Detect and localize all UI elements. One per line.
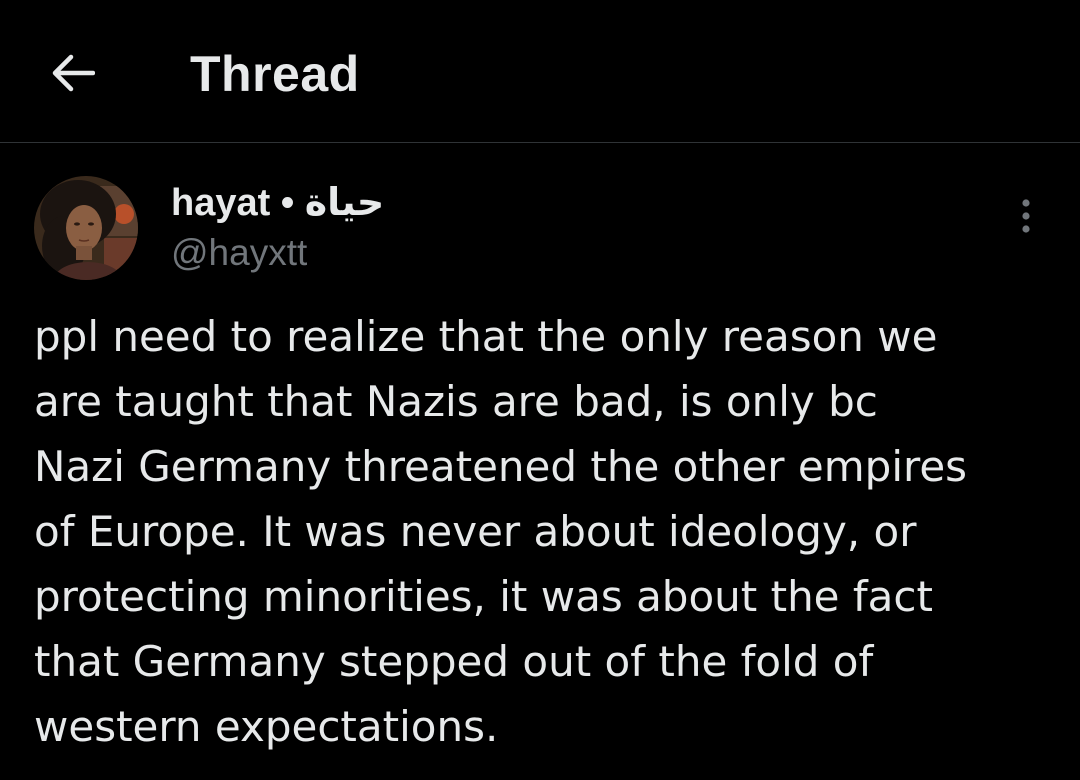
tweet-text-line: Nazi Germany threatened the other empire…	[34, 442, 968, 491]
arrow-left-icon	[51, 54, 96, 97]
more-vertical-icon	[1020, 198, 1032, 239]
tweet-text-line: of Europe. It was never about ideology, …	[34, 507, 917, 556]
tweet: hayat • حياة @hayxtt ppl need to realize…	[0, 144, 1080, 780]
avatar[interactable]	[34, 176, 138, 280]
back-button[interactable]	[40, 42, 106, 108]
tweet-text: ppl need to realize that the only reason…	[34, 304, 1054, 759]
more-options-button[interactable]	[1004, 196, 1048, 240]
top-bar: Thread	[0, 0, 1080, 143]
tweet-text-line: that Germany stepped out of the fold of	[34, 637, 874, 686]
display-name[interactable]: hayat • حياة	[171, 180, 384, 225]
user-handle[interactable]: @hayxtt	[171, 230, 307, 276]
tweet-text-line: protecting minorities, it was about the …	[34, 572, 933, 621]
page-title: Thread	[190, 46, 360, 102]
tweet-text-line: are taught that Nazis are bad, is only b…	[34, 377, 878, 426]
tweet-text-line: ppl need to realize that the only reason…	[34, 312, 938, 361]
tweet-text-line: western expectations.	[34, 702, 499, 751]
